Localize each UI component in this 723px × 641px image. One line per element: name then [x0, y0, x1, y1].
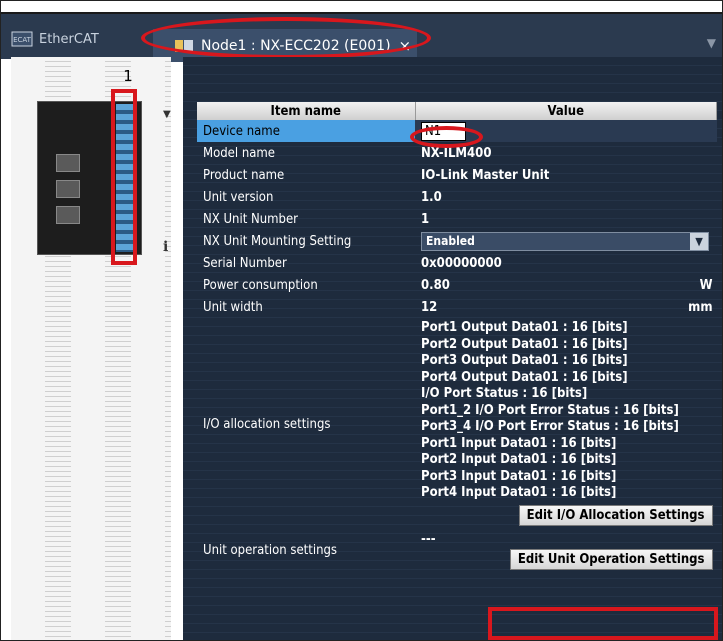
row-name: Unit version [203, 189, 274, 205]
tab-ethercat[interactable]: ECAT EtherCAT [11, 28, 99, 50]
row-name: Power consumption [203, 277, 318, 293]
scroll-down-icon[interactable]: ▼ [163, 109, 171, 120]
io-item: Port1 Output Data01 : 16 [bits] [421, 320, 628, 335]
edit-operation-highlight-annotation [488, 607, 718, 640]
column-header-item-name: Item name [197, 102, 416, 120]
table-row[interactable]: Unit operation settings --- Edit Unit Op… [197, 532, 717, 570]
port [56, 180, 80, 198]
table-row[interactable]: Power consumption 0.80 W [197, 274, 717, 296]
io-item: Port4 Input Data01 : 16 [bits] [421, 485, 617, 500]
io-item: Port2 Input Data01 : 16 [bits] [421, 452, 617, 467]
mounting-setting-select[interactable]: Enabled ▼ [421, 231, 709, 251]
row-name: Unit width [203, 299, 263, 315]
io-item: Port3 Output Data01 : 16 [bits] [421, 353, 628, 368]
edit-io-allocation-button[interactable]: Edit I/O Allocation Settings [518, 504, 713, 526]
row-value: 1 [421, 211, 430, 227]
table-row[interactable]: Serial Number 0x00000000 [197, 252, 717, 274]
io-item: Port3_4 I/O Port Error Status : 16 [bits… [421, 419, 679, 434]
io-item: I/O Port Status : 16 [bits] [421, 386, 588, 401]
row-value: 0.80 [421, 277, 450, 293]
svg-text:ECAT: ECAT [13, 36, 32, 44]
tab-highlight-annotation [141, 17, 431, 59]
ethercat-icon: ECAT [11, 31, 33, 47]
mounting-setting-value: Enabled [426, 233, 475, 248]
io-item: Port2 Output Data01 : 16 [bits] [421, 336, 628, 352]
row-name: I/O allocation settings [203, 417, 331, 433]
port [56, 206, 80, 224]
io-item: Port1 Input Data01 : 16 [bits] [421, 435, 617, 451]
chevron-down-icon[interactable]: ▼ [690, 232, 708, 250]
row-name: Unit operation settings [203, 543, 338, 558]
row-value: 0x00000000 [421, 255, 502, 271]
unit-highlight-annotation [111, 89, 137, 265]
table-row[interactable]: Unit width 12 mm [197, 296, 717, 318]
row-value: 12 [421, 299, 438, 315]
row-value: IO-Link Master Unit [421, 167, 550, 183]
table-row[interactable]: NX Unit Number 1 [197, 208, 717, 230]
table-row[interactable]: I/O allocation settings Port1 Output Dat… [197, 318, 717, 532]
column-header-value: Value [415, 102, 717, 120]
table-row[interactable]: Unit version 1.0 [197, 186, 717, 208]
row-value: 1.0 [421, 189, 442, 205]
port [56, 154, 80, 172]
window-frame: ECAT EtherCAT Node1 : NX-ECC202 (E001) ×… [0, 0, 723, 641]
row-name: Product name [203, 167, 285, 183]
io-item: Port1_2 I/O Port Error Status : 16 [bits… [421, 402, 679, 418]
edit-unit-operation-button[interactable]: Edit Unit Operation Settings [509, 548, 713, 570]
table-row[interactable]: NX Unit Mounting Setting Enabled ▼ [197, 230, 717, 252]
row-name: Serial Number [203, 255, 287, 271]
tab-dropdown-icon[interactable]: ▼ [707, 36, 716, 50]
io-item: Port3 Input Data01 : 16 [bits] [421, 468, 617, 484]
row-unit: W [699, 277, 713, 293]
row-name: Model name [203, 145, 276, 161]
unit-number-label: 1 [123, 67, 133, 85]
info-icon[interactable]: i [163, 239, 168, 255]
row-name: Device name [197, 120, 415, 142]
row-name: NX Unit Mounting Setting [203, 233, 352, 249]
io-item: Port4 Output Data01 : 16 [bits] [421, 369, 628, 385]
row-name: NX Unit Number [203, 211, 298, 227]
io-allocation-list: Port1 Output Data01 : 16 [bits] Port2 Ou… [421, 318, 717, 502]
tab-ethercat-label: EtherCAT [39, 31, 99, 47]
table-row[interactable]: Product name IO-Link Master Unit [197, 164, 717, 186]
row-value: --- [421, 531, 436, 547]
device-name-highlight-annotation [410, 126, 483, 148]
properties-table: Item name Value Device name N1 Model nam… [197, 102, 717, 570]
row-unit: mm [688, 299, 713, 315]
